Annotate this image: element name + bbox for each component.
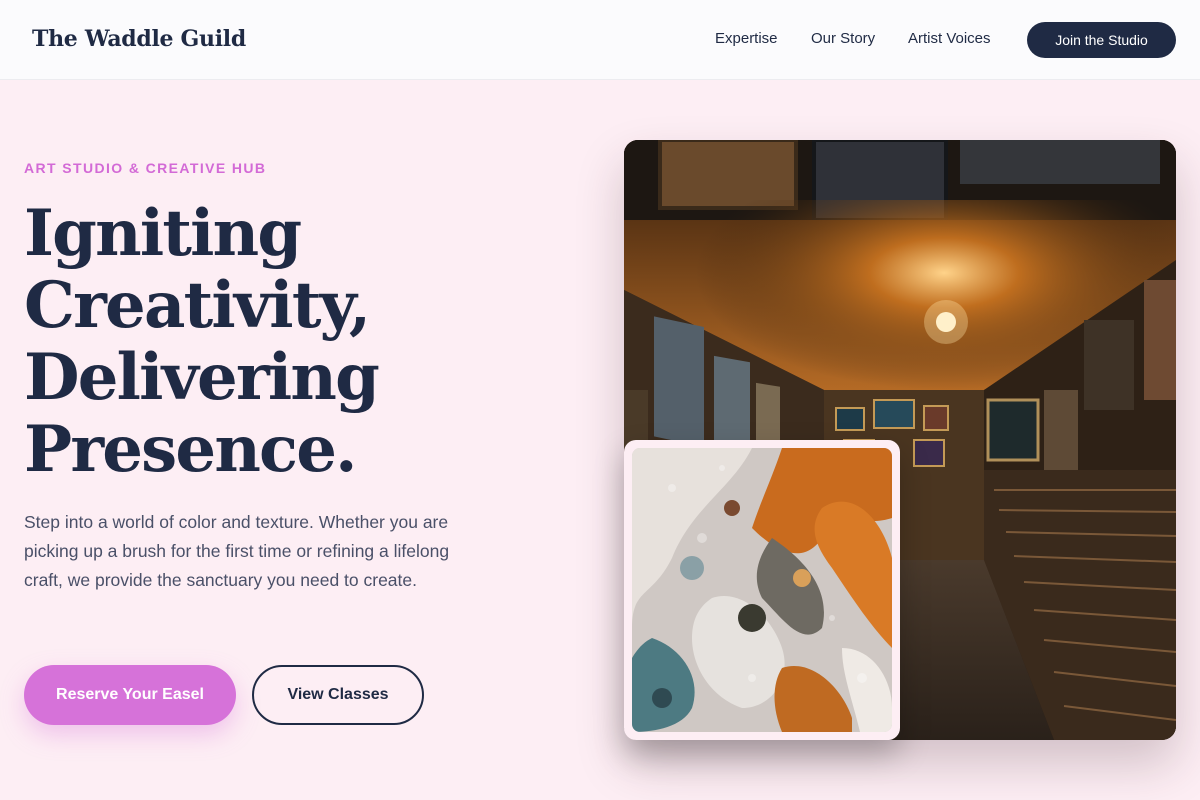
view-classes-button[interactable]: View Classes [252,665,424,725]
headline-line: Creativity, [24,268,371,343]
headline-line: Igniting [24,196,302,271]
paint-texture-image [632,448,892,732]
hero-eyebrow: ART STUDIO & CREATIVE HUB [24,160,267,176]
nav-link-our-story[interactable]: Our Story [811,30,875,47]
join-studio-button[interactable]: Join the Studio [1027,22,1176,58]
headline-line: Delivering [24,340,380,415]
hero-description: Step into a world of color and texture. … [24,512,450,590]
hero-headline: Igniting Creativity, Delivering Presence… [24,198,544,486]
nav-link-expertise[interactable]: Expertise [715,30,778,47]
headline-line: Presence. [24,412,357,487]
logo[interactable]: The Waddle Guild [32,26,246,52]
nav-link-artist-voices[interactable]: Artist Voices [908,30,991,47]
reserve-easel-button[interactable]: Reserve Your Easel [24,665,236,725]
site-header: The Waddle Guild Expertise Our Story Art… [0,0,1200,80]
texture-image-frame [624,440,900,740]
